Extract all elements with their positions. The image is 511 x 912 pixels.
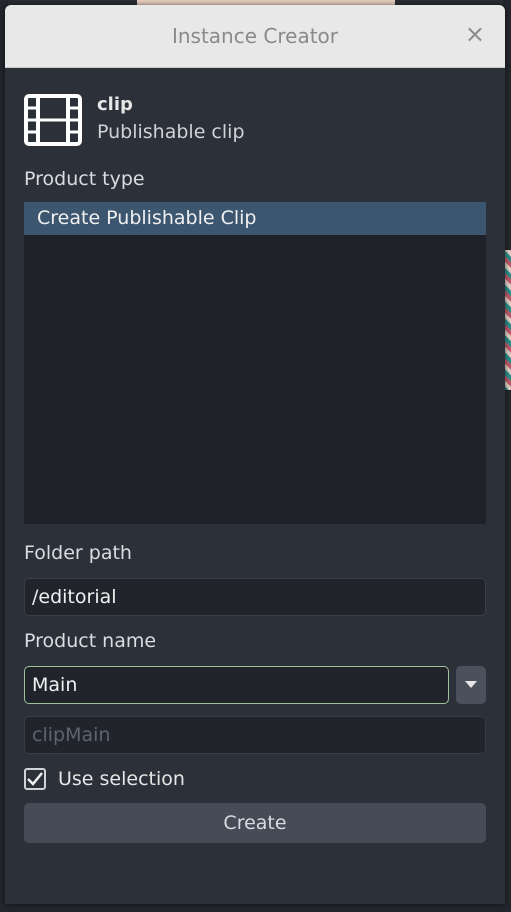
product-name-preview: clipMain [24, 716, 486, 754]
creator-header: clip Publishable clip [24, 94, 486, 152]
use-selection-checkbox[interactable] [24, 768, 46, 790]
folder-path-field[interactable]: /editorial [24, 578, 486, 616]
list-item-create-publishable-clip[interactable]: Create Publishable Clip [24, 202, 486, 235]
product-name-dropdown-button[interactable] [456, 666, 486, 704]
checkmark-icon [27, 772, 43, 786]
folder-path-label: Folder path [24, 542, 132, 564]
close-icon[interactable]: × [465, 22, 485, 46]
film-icon [24, 94, 82, 146]
product-name-row: Main [24, 666, 486, 704]
window-title: Instance Creator [171, 24, 339, 48]
product-description: Publishable clip [97, 121, 245, 143]
use-selection-label: Use selection [58, 768, 185, 790]
product-type-label: Product type [24, 168, 145, 190]
instance-creator-dialog: Instance Creator × clip Publishable clip [5, 5, 505, 904]
title-bar[interactable]: Instance Creator × [5, 5, 505, 68]
product-name-label: Product name [24, 630, 157, 652]
chevron-down-icon [465, 681, 477, 688]
product-type-list[interactable]: Create Publishable Clip [24, 202, 486, 524]
use-selection-row[interactable]: Use selection [24, 765, 486, 793]
create-button[interactable]: Create [24, 803, 486, 843]
creator-info: clip Publishable clip [97, 94, 245, 145]
product-type-name: clip [97, 94, 133, 115]
dialog-content: clip Publishable clip Product type Creat… [5, 94, 505, 843]
product-name-input[interactable]: Main [24, 666, 449, 704]
